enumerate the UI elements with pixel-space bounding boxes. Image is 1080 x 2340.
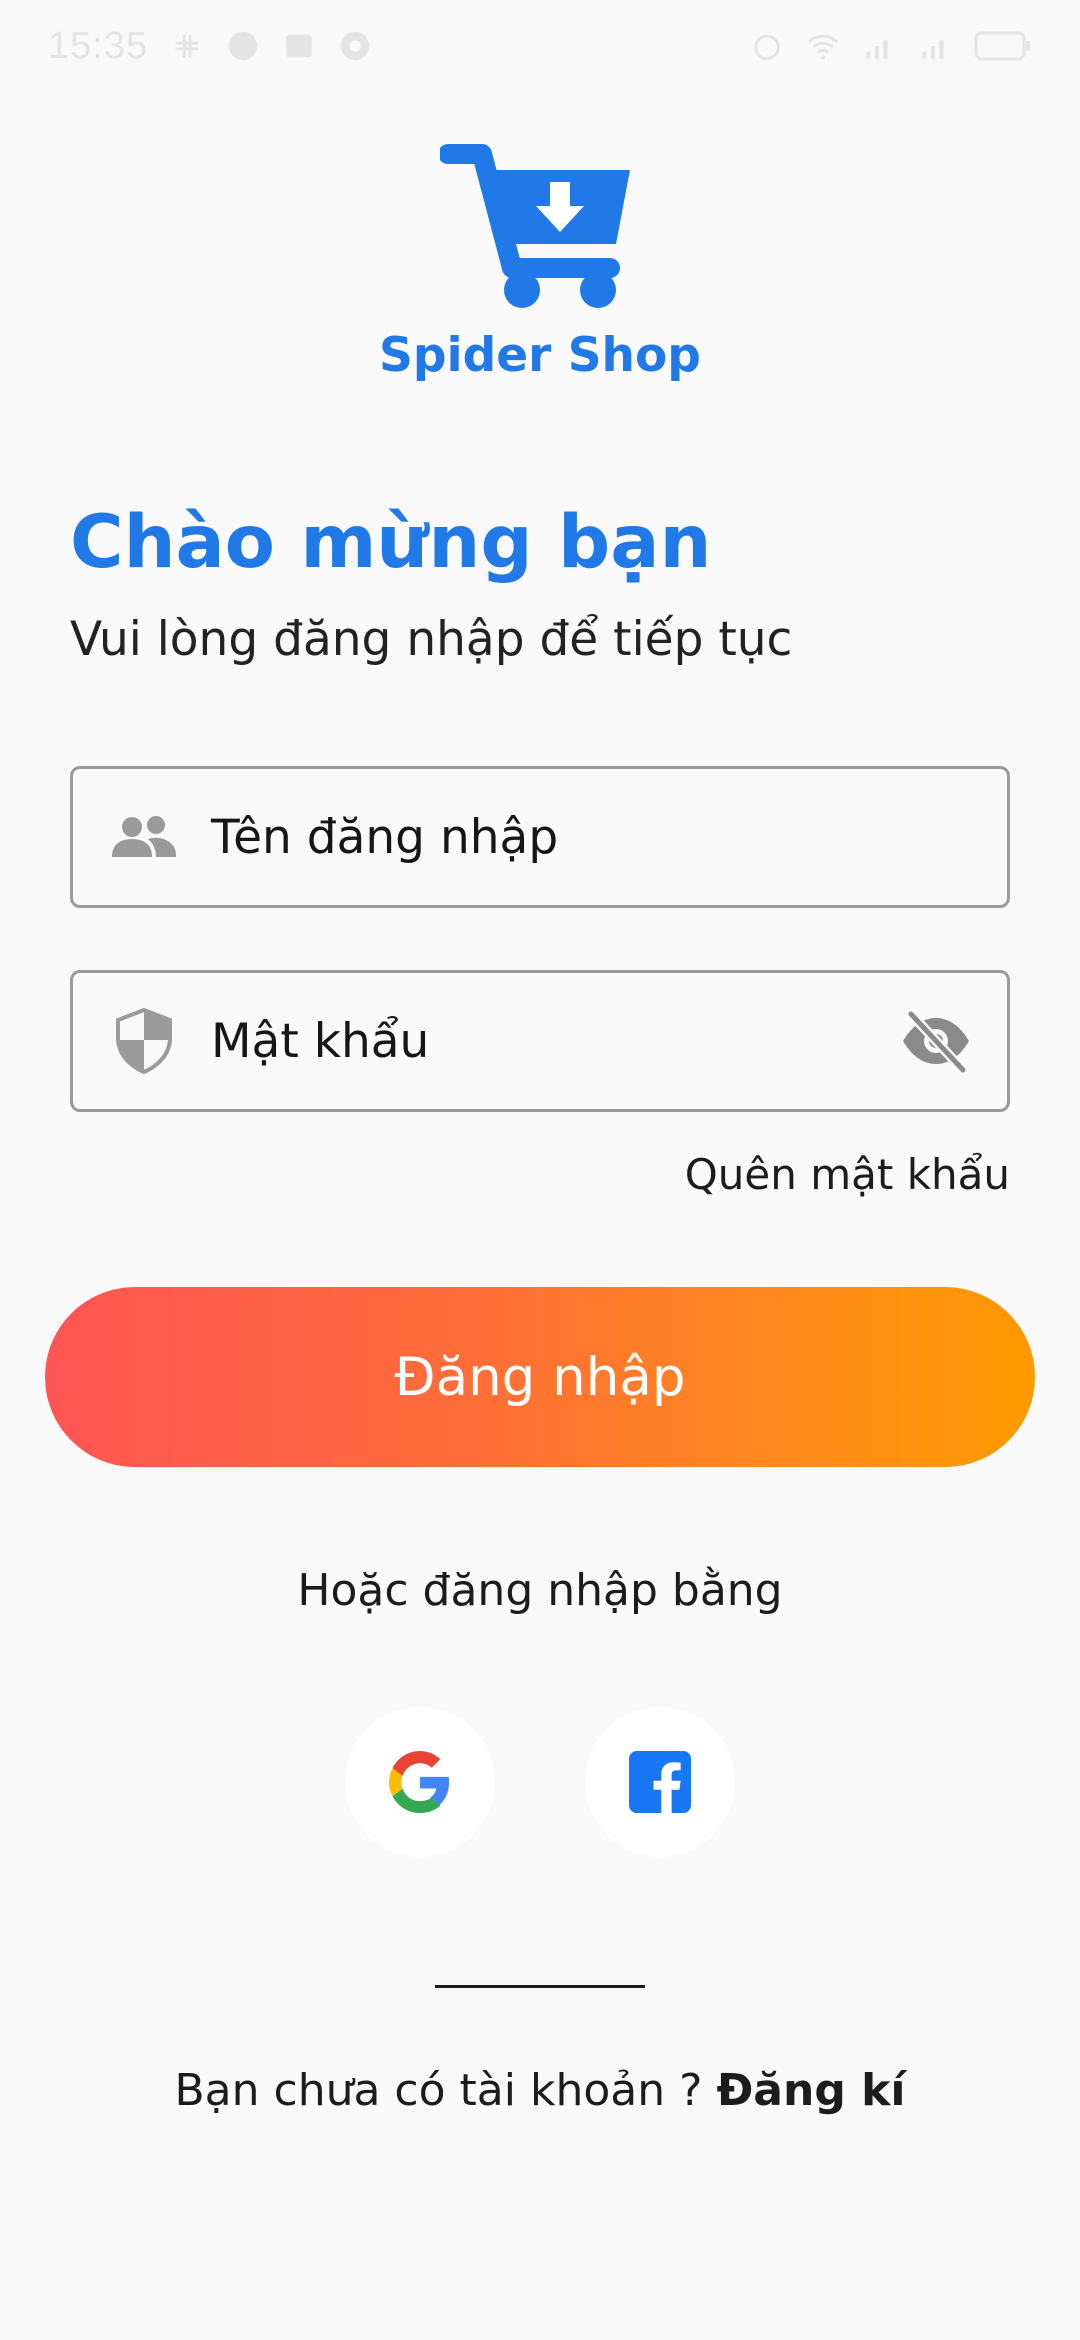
shopping-cart-download-icon	[440, 144, 630, 308]
login-button[interactable]: Đăng nhập	[45, 1287, 1035, 1467]
welcome-title: Chào mừng bạn	[70, 500, 712, 585]
wifi-icon	[807, 34, 839, 60]
messenger-icon	[228, 31, 258, 61]
password-field[interactable]: Mật khẩu	[70, 970, 1010, 1112]
google-login-button[interactable]	[345, 1707, 495, 1857]
username-input[interactable]: Tên đăng nhập	[211, 810, 1007, 865]
eye-off-icon[interactable]	[899, 1004, 973, 1078]
gallery-icon	[286, 34, 312, 58]
app-logo-block: Spider Shop	[0, 140, 1080, 383]
facebook-login-button[interactable]	[585, 1707, 735, 1857]
social-login-row	[0, 1707, 1080, 1857]
password-input[interactable]: Mật khẩu	[211, 1014, 899, 1069]
app-name: Spider Shop	[379, 328, 701, 383]
status-right	[750, 29, 1032, 63]
status-left: 15:35	[48, 25, 372, 68]
battery-icon	[974, 31, 1030, 61]
signup-link[interactable]: Đăng kí	[716, 2065, 905, 2116]
facebook-icon	[629, 1751, 691, 1813]
signal-icon	[866, 40, 888, 59]
username-field[interactable]: Tên đăng nhập	[70, 766, 1010, 908]
users-icon	[109, 802, 179, 872]
social-login-label: Hoặc đăng nhập bằng	[297, 1565, 783, 1616]
chrome-icon	[340, 31, 370, 61]
welcome-subtitle: Vui lòng đăng nhập để tiếp tục	[70, 612, 793, 667]
shield-icon	[109, 1006, 179, 1076]
slack-icon	[175, 34, 199, 58]
signal-icon-2	[922, 40, 944, 59]
divider	[435, 1985, 645, 1988]
google-icon	[389, 1751, 450, 1813]
signup-prompt: Bạn chưa có tài khoản ? Đăng kí	[0, 2065, 1080, 2116]
no-account-text: Bạn chưa có tài khoản ?	[174, 2065, 703, 2116]
forgot-password-link[interactable]: Quên mật khẩu	[685, 1150, 1010, 1199]
status-time: 15:35	[48, 24, 149, 67]
alarm-icon	[754, 34, 780, 61]
status-bar: 15:35	[0, 0, 1080, 92]
notification-icons	[170, 29, 372, 63]
